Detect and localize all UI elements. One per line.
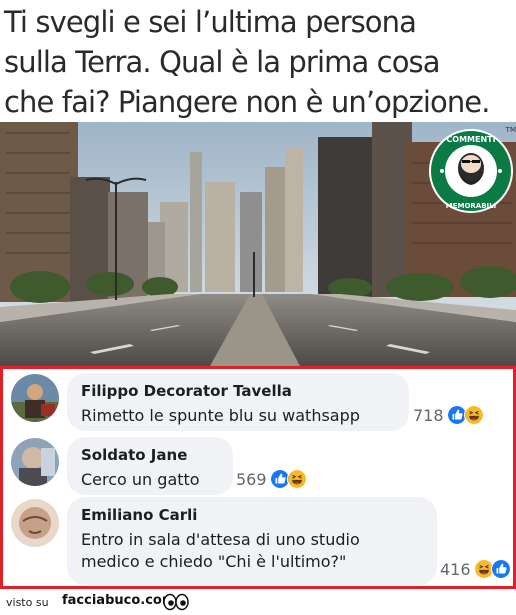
haha-icon [463, 405, 484, 425]
headline-line-2: sulla Terra. Qual è la prima cosa [4, 45, 441, 79]
visto-su-label: visto su [6, 596, 49, 609]
headline-line-3: che fai? Piangere non è un’opzione. [4, 85, 490, 119]
comment-text: Cerco un gatto [81, 470, 200, 489]
comment-author[interactable]: Soldato Jane [81, 445, 219, 465]
badge-bottom-text: MEMORABILI [446, 202, 496, 210]
site-link[interactable]: facciabuco.com [62, 593, 175, 608]
comment-bubble: Emiliano Carli Entro in sala d'attesa di… [67, 497, 437, 585]
headline: Ti svegli e sei l’ultima persona sulla T… [4, 2, 516, 122]
avatar[interactable] [11, 438, 59, 486]
reactions[interactable]: 718 [413, 405, 484, 425]
comment-bubble: Soldato Jane Cerco un gatto [67, 437, 233, 495]
reactions[interactable]: 569 [236, 469, 307, 489]
reaction-count: 416 [440, 559, 471, 579]
bearded-man-logo-icon: COMMENTI MEMORABILI [429, 129, 513, 213]
haha-icon [286, 469, 307, 489]
footer: visto su facciabuco.com [0, 589, 516, 615]
comment-text-line-2: medico e chiedo "Chi è l'ultimo?" [81, 552, 347, 571]
comment-author[interactable]: Filippo Decorator Tavella [81, 381, 395, 401]
comment-bubble: Filippo Decorator Tavella Rimetto le spu… [67, 373, 409, 431]
comment-author[interactable]: Emiliano Carli [81, 505, 423, 525]
badge-top-text: COMMENTI [446, 135, 495, 144]
eyes-icon [163, 593, 189, 611]
trademark-mark: TM [505, 126, 516, 134]
headline-line-1: Ti svegli e sei l’ultima persona [4, 5, 417, 39]
avatar[interactable] [11, 374, 59, 422]
reaction-count: 718 [413, 405, 444, 425]
like-icon [490, 559, 511, 579]
reaction-count: 569 [236, 469, 267, 489]
reactions[interactable]: 416 [440, 559, 511, 579]
commenti-memorabili-badge: COMMENTI MEMORABILI TM [428, 126, 516, 214]
comments-frame: Filippo Decorator Tavella Rimetto le spu… [0, 366, 516, 589]
avatar[interactable] [11, 499, 59, 547]
comment-text-line-1: Entro in sala d'attesa di uno studio [81, 530, 360, 549]
comment-text: Rimetto le spunte blu su wathsapp [81, 406, 360, 425]
